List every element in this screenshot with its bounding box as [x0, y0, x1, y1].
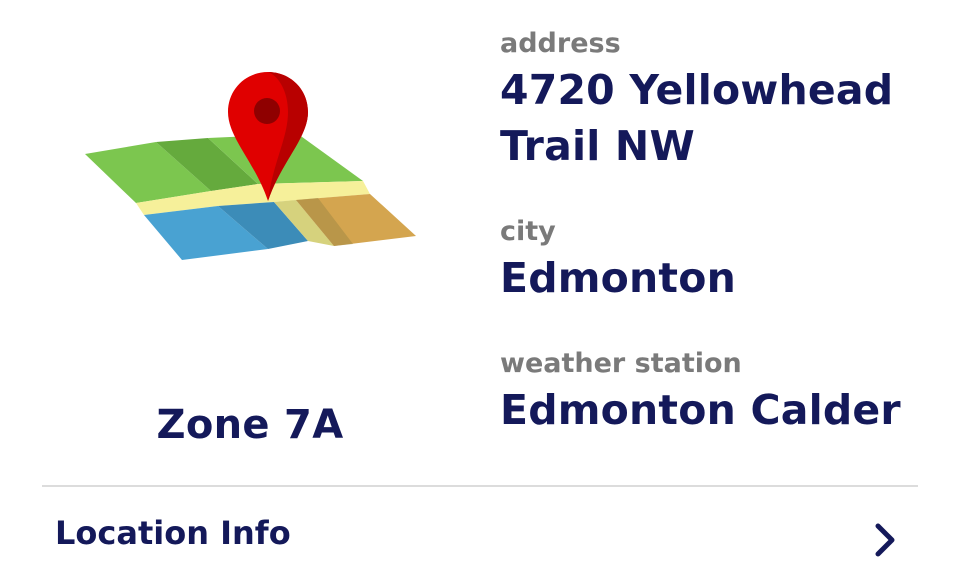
zone-label: Zone 7A	[156, 402, 344, 448]
divider	[42, 485, 918, 487]
weather-station-value: Edmonton Calder	[500, 386, 901, 434]
map-pin-icon	[85, 72, 416, 260]
city-label: city	[500, 216, 556, 247]
address-label: address	[500, 28, 621, 59]
chevron-right-icon	[875, 523, 895, 557]
city-value: Edmonton	[500, 254, 736, 302]
location-details: address 4720 Yellowhead Trail NW city Ed…	[500, 26, 940, 438]
location-info-label: Location Info	[55, 514, 291, 552]
location-info-row[interactable]: Location Info	[0, 494, 960, 584]
weather-station-label: weather station	[500, 348, 742, 379]
address-value: 4720 Yellowhead Trail NW	[500, 66, 894, 170]
location-card: Zone 7A address 4720 Yellowhead Trail NW…	[0, 0, 960, 588]
